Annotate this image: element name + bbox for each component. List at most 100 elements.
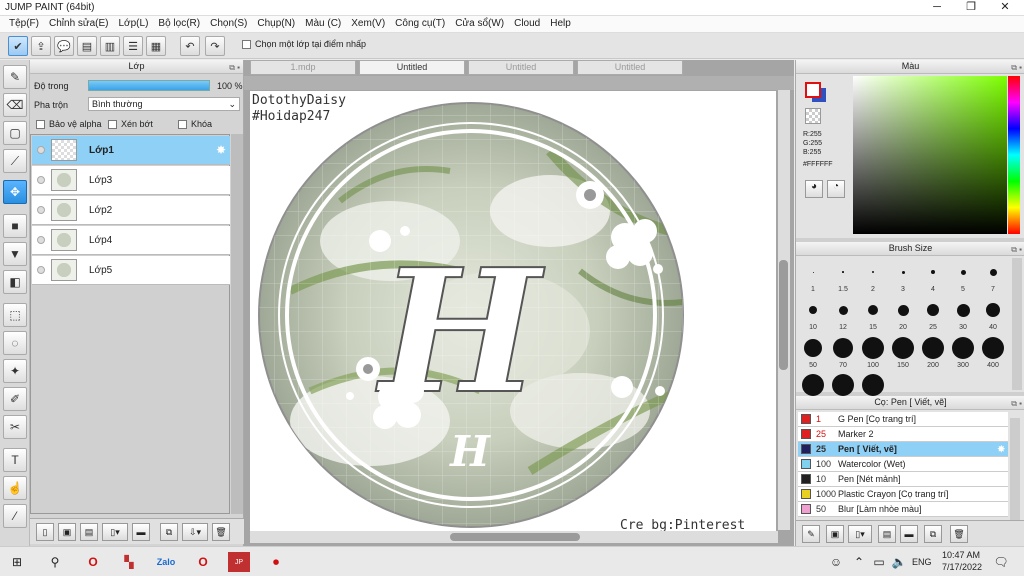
hand-tool-icon[interactable]: ☝ [3,476,27,500]
sub-tool-item[interactable]: 25 Marker 2 [798,427,1008,442]
windows-start-icon[interactable]: ⊞ [6,552,28,572]
layer-row[interactable]: Lớp5 [32,256,230,285]
notification-icon[interactable]: 🗨 [990,552,1012,572]
brush-settings-icon[interactable]: ▤ [878,525,896,543]
sub-tool-item[interactable]: 1000 Plastic Crayon [Cọ trang trí] [798,487,1008,502]
new-raster-layer-icon[interactable]: ▤ [80,523,98,541]
tab-1mdp[interactable]: 1.mdp [250,60,356,75]
volume-icon[interactable]: 🔈 [888,552,910,572]
click-layer-checkbox[interactable] [242,39,251,49]
eyedropper-tool-icon[interactable]: ⁄ [3,504,27,528]
palette-icon[interactable]: ◕ [805,180,823,198]
menu-view[interactable]: Xem(V) [346,16,390,32]
eraser-tool-icon[interactable]: ⌫ [3,93,27,117]
brush-size-option[interactable]: 20 [889,298,917,334]
brush-size-option[interactable]: 7 [979,260,1007,296]
sub-tool-item[interactable]: 100 Watercolor (Wet) [798,457,1008,472]
menu-filter[interactable]: Bộ lọc(R) [153,16,205,32]
network-icon[interactable]: ▭ [868,552,890,572]
panel-float-icon[interactable]: ⧉ ▪ [1011,243,1022,256]
brush-size-option[interactable]: 10 [799,298,827,334]
brush-size-dot[interactable] [862,374,884,396]
eye-icon[interactable] [37,206,45,214]
move-tool-icon[interactable]: ✥ [3,180,27,204]
palette-settings-icon[interactable]: ◔ [827,180,845,198]
magic-wand-tool-icon[interactable]: ✦ [3,359,27,383]
merge-layer-icon[interactable]: ⇩▾ [182,523,208,541]
app-icon[interactable]: ▚ [118,552,140,572]
language-indicator[interactable]: ENG [912,557,932,567]
trash-icon[interactable]: 🗑 [950,525,968,543]
clip-checkbox[interactable] [108,119,117,129]
gradient-tool-icon[interactable]: ◧ [3,270,27,294]
comment-icon[interactable]: ▤ [77,36,97,56]
panel-float-icon[interactable]: ⧉ ▪ [229,61,240,74]
fill-rect-tool-icon[interactable]: ■ [3,214,27,238]
close-icon[interactable]: ✕ [988,0,1022,16]
brush-size-option[interactable]: 25 [919,298,947,334]
menu-capture[interactable]: Chụp(N) [252,16,300,32]
brush-size-option[interactable]: 1 [799,260,827,296]
menu-select[interactable]: Chọn(S) [205,16,252,32]
tab-untitled[interactable]: Untitled [577,60,683,75]
brush-size-option[interactable]: 3 [889,260,917,296]
sub-tool-item[interactable]: 50 Blur [Làm nhòe màu] [798,502,1008,517]
eye-icon[interactable] [37,266,45,274]
opacity-slider[interactable] [88,80,210,91]
brush-size-option[interactable]: 30 [949,298,977,334]
horizontal-scroll-thumb[interactable] [450,533,580,541]
hue-slider[interactable] [1008,76,1020,234]
clock-date[interactable]: 7/17/2022 [942,562,982,572]
gear-icon[interactable]: ✸ [997,444,1005,455]
sub-tool-item[interactable]: 25 Pen [ Viết, vẽ] ✸ [798,442,1008,457]
brush-size-option[interactable]: 70 [829,336,857,372]
primary-color-swatch[interactable] [805,82,821,98]
artboard[interactable]: H H DotothyDaisy #Hoidap247 Cre bg:Pinte… [250,91,776,535]
menu-help[interactable]: Help [545,16,576,32]
brush-tool-icon[interactable]: ✎ [3,65,27,89]
layer-row[interactable]: Lớp1 ✸ [32,136,230,165]
eye-icon[interactable] [37,176,45,184]
brush-size-option[interactable]: 50 [799,336,827,372]
maximize-icon[interactable]: ❐ [954,0,988,16]
brush-size-option[interactable]: 1.5 [829,260,857,296]
new-layer-copy-icon[interactable]: ▣ [58,523,76,541]
layer-row[interactable]: Lớp2 [32,196,230,225]
menu-color[interactable]: Màu (C) [300,16,346,32]
opera-icon[interactable]: O [82,552,104,572]
export-icon[interactable]: ⇪ [31,36,51,56]
new-brush-icon[interactable]: ✎ [802,525,820,543]
menu-layer[interactable]: Lớp(L) [114,16,154,32]
duplicate-brush-icon[interactable]: ⧉ [924,525,942,543]
text-tool-icon[interactable]: T [3,448,27,472]
jump-paint-icon[interactable]: JP [228,552,250,572]
vertical-scroll-thumb[interactable] [779,260,788,370]
rect-select-tool-icon[interactable]: ⬚ [3,303,27,327]
protect-alpha-checkbox[interactable] [36,119,45,129]
duplicate-layer-icon[interactable]: ⧉ [160,523,178,541]
grid-icon[interactable]: ▦ [146,36,166,56]
lasso-tool-icon[interactable]: ◌ [3,331,27,355]
speech-bubble-icon[interactable]: 💬 [54,36,74,56]
opera-icon[interactable]: O [192,552,214,572]
folder-icon[interactable]: ▬ [132,523,150,541]
blend-mode-select[interactable]: Bình thường ⌄ [88,97,240,111]
brush-size-option[interactable]: 4 [919,260,947,296]
redo-icon[interactable]: ↷ [205,36,225,56]
gear-icon[interactable]: ✸ [216,143,226,157]
transparent-color-swatch[interactable] [805,108,821,124]
layer-scrollbar[interactable] [231,134,243,514]
canvas-horizontal-scrollbar[interactable] [250,531,778,543]
menu-tools[interactable]: Công cụ(T) [390,16,450,32]
layer-row[interactable]: Lớp3 [32,166,230,195]
brush-dropdown-icon[interactable]: ▯▾ [848,525,872,543]
lock-checkbox[interactable] [178,119,187,129]
trash-icon[interactable]: 🗑 [212,523,230,541]
brush-size-option[interactable]: 40 [979,298,1007,334]
brush-size-option[interactable]: 15 [859,298,887,334]
rectangle-tool-icon[interactable]: ▢ [3,121,27,145]
menu-edit[interactable]: Chỉnh sửa(E) [44,16,114,32]
new-layer-icon[interactable]: ▯ [36,523,54,541]
clip-option[interactable]: Xén bớt [108,119,153,129]
brush-size-dot[interactable] [802,374,824,396]
